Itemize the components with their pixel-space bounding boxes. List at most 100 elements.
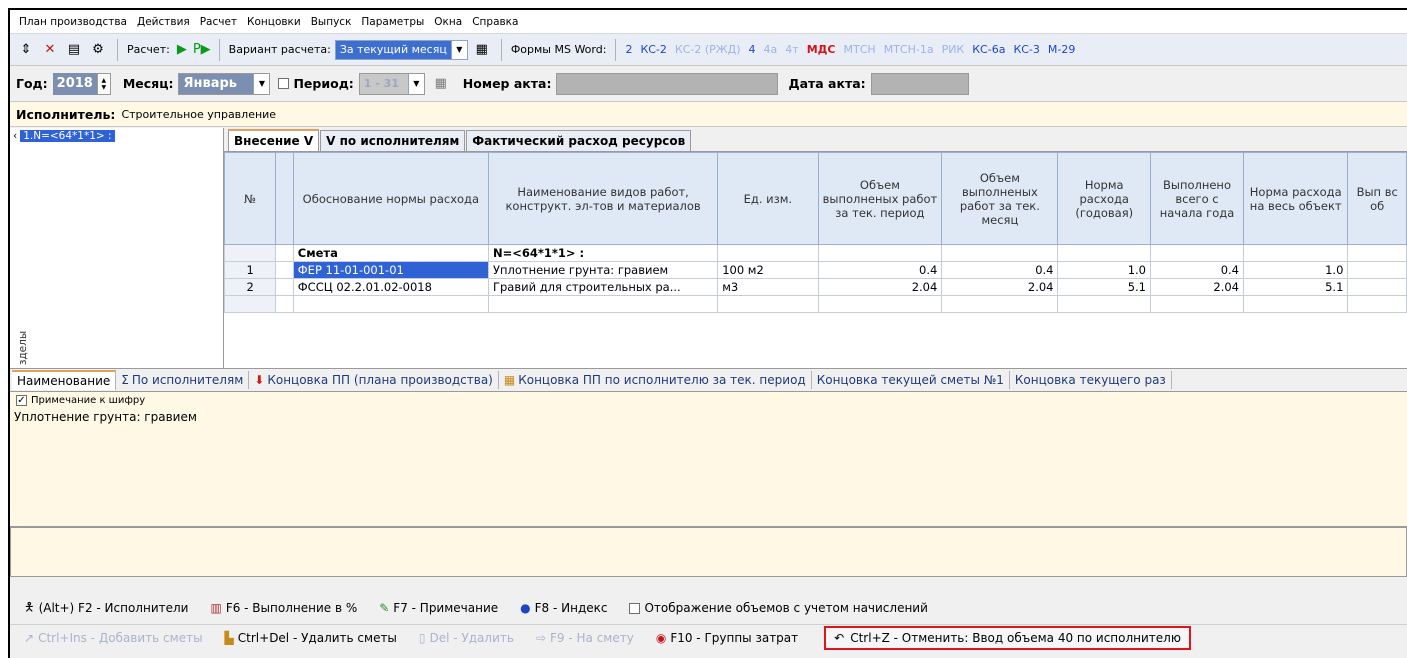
col-header-name[interactable]: Наименование видов работ, конструкт. эл-…: [487, 152, 719, 245]
cell-empty[interactable]: [487, 295, 719, 313]
cell-v2[interactable]: 2.04: [941, 278, 1059, 296]
form-link[interactable]: М-29: [1048, 43, 1075, 56]
cell-no[interactable]: 1: [224, 261, 277, 279]
menu-output[interactable]: Выпуск: [306, 16, 357, 28]
collapse-icon[interactable]: ‹: [13, 130, 17, 142]
note-checkbox[interactable]: [16, 394, 27, 406]
col-header-norm-year[interactable]: Норма расхода (годовая): [1057, 152, 1151, 245]
form-link[interactable]: КС-3: [1013, 43, 1039, 56]
menu-windows[interactable]: Окна: [429, 16, 467, 28]
index-button[interactable]: ● F8 - Индекс: [520, 601, 607, 615]
form-link[interactable]: 2: [625, 43, 632, 56]
month-select[interactable]: Январь ▼: [178, 72, 271, 95]
cell-no[interactable]: 2: [224, 278, 277, 296]
col-header-done-total[interactable]: Выполнено всего с начала года: [1149, 152, 1245, 245]
form-link[interactable]: РИК: [942, 43, 965, 56]
delete-button[interactable]: ▯ Del - Удалить: [419, 631, 514, 645]
cell-empty[interactable]: [1057, 295, 1151, 313]
period-select[interactable]: 1 - 31 ▼: [358, 72, 425, 95]
chevron-down-icon[interactable]: ▼: [407, 73, 424, 94]
cell-base[interactable]: ФССЦ 02.2.01.02-0018: [292, 278, 489, 296]
cell-empty[interactable]: [817, 295, 943, 313]
note-button[interactable]: ✎ F7 - Примечание: [379, 601, 498, 615]
form-link[interactable]: 4а: [764, 43, 778, 56]
table-row[interactable]: Смета N=<64*1*1> :: [224, 244, 1407, 262]
cell-v2[interactable]: [941, 244, 1059, 262]
cell-flag[interactable]: [275, 278, 294, 296]
cell-v4[interactable]: 0.4: [1149, 261, 1245, 279]
note-secondary-field[interactable]: [10, 527, 1407, 577]
col-header-flag[interactable]: [275, 152, 294, 245]
reorder-icon[interactable]: ⇕: [16, 40, 36, 60]
cell-more[interactable]: [1347, 261, 1407, 279]
calendar-icon[interactable]: ▦: [431, 74, 451, 94]
col-header-volume-month[interactable]: Объем выполненых работ за тек. месяц: [941, 152, 1059, 245]
tab-ending-executor[interactable]: ▦ Концовка ПП по исполнителю за тек. пери…: [499, 371, 812, 389]
form-link[interactable]: 4т: [785, 43, 798, 56]
chevron-down-icon[interactable]: ▼: [450, 40, 467, 59]
cell-more[interactable]: [1347, 244, 1407, 262]
cell-v1[interactable]: 0.4: [817, 261, 943, 279]
cell-unit[interactable]: м3: [717, 278, 819, 296]
percent-button[interactable]: ▥ F6 - Выполнение в %: [210, 601, 357, 615]
cell-v4[interactable]: 2.04: [1149, 278, 1245, 296]
cell-v3[interactable]: 1.0: [1057, 261, 1151, 279]
tab-ending-section[interactable]: Концовка текущего раз: [1010, 371, 1172, 389]
cell-v3[interactable]: 5.1: [1057, 278, 1151, 296]
tab-input[interactable]: Внесение V: [228, 129, 320, 151]
tab-ending-plan[interactable]: ⬇ Концовка ПП (плана производства): [249, 371, 499, 389]
form-link[interactable]: МТСН-1а: [884, 43, 934, 56]
note-text[interactable]: Уплотнение грунта: гравием: [10, 408, 1407, 426]
form-link[interactable]: 4: [749, 43, 756, 56]
cell-more[interactable]: [1347, 278, 1407, 296]
tab-by-executors[interactable]: V по исполнителям: [320, 130, 466, 151]
cell-empty[interactable]: [1149, 295, 1245, 313]
year-field[interactable]: 2018: [52, 72, 97, 95]
cell-empty[interactable]: [1347, 295, 1407, 313]
menu-params[interactable]: Параметры: [356, 16, 429, 28]
col-header-unit[interactable]: Ед. изм.: [717, 152, 819, 245]
tab-actual-resources[interactable]: Фактический расход ресурсов: [466, 130, 692, 151]
chevron-down-icon[interactable]: ▼: [253, 73, 270, 94]
run-icon[interactable]: ▶: [177, 42, 187, 57]
cell-v5[interactable]: [1242, 244, 1349, 262]
cell-flag[interactable]: [275, 261, 294, 279]
cell-v1[interactable]: 2.04: [817, 278, 943, 296]
act-date-input[interactable]: [870, 72, 969, 95]
cell-empty[interactable]: [1242, 295, 1349, 313]
executor-value[interactable]: Строительное управление: [121, 108, 276, 121]
col-header-norm-object[interactable]: Норма расхода на весь объект: [1242, 152, 1349, 245]
cell-v5[interactable]: 5.1: [1242, 278, 1349, 296]
cost-groups-button[interactable]: ◉ F10 - Группы затрат: [656, 631, 798, 645]
calculator-icon[interactable]: ▦: [472, 40, 492, 60]
col-header-no[interactable]: №: [224, 152, 277, 245]
delete-estimates-button[interactable]: ▙ Ctrl+Del - Удалить сметы: [225, 631, 397, 645]
menu-actions[interactable]: Действия: [132, 16, 195, 28]
cell-empty[interactable]: [275, 295, 294, 313]
col-header-basis[interactable]: Обоснование нормы расхода: [292, 152, 489, 245]
cell-v3[interactable]: [1057, 244, 1151, 262]
year-spinner[interactable]: ▲ ▼: [96, 72, 111, 95]
undo-button[interactable]: ↶ Ctrl+Z - Отменить: Ввод объема 40 по ис…: [824, 625, 1191, 650]
form-link[interactable]: КС-6а: [972, 43, 1005, 56]
structure-icon[interactable]: ⚙: [88, 40, 108, 60]
menu-endings[interactable]: Концовки: [242, 16, 306, 28]
cell-empty[interactable]: [941, 295, 1059, 313]
tree-item[interactable]: ‹ 1.N=<64*1*1> :: [10, 128, 223, 144]
cell-v2[interactable]: 0.4: [941, 261, 1059, 279]
tab-ending-estimate[interactable]: Концовка текущей сметы №1: [812, 371, 1010, 389]
form-link[interactable]: КС-2: [640, 43, 666, 56]
delete-icon[interactable]: ✕: [40, 40, 60, 60]
executors-button[interactable]: 🯅 (Alt+) F2 - Исполнители: [24, 598, 188, 619]
tab-name[interactable]: Наименование: [12, 370, 117, 390]
menu-calc[interactable]: Расчет: [195, 16, 242, 28]
cell-no[interactable]: [224, 244, 277, 262]
cell-name[interactable]: Гравий для строительных ра...: [487, 278, 719, 296]
act-number-input[interactable]: [556, 72, 779, 95]
form-link[interactable]: МДС: [807, 43, 836, 56]
form-link[interactable]: МТСН: [844, 43, 876, 56]
table-row[interactable]: 1 ФЕР 11-01-001-01 Уплотнение грунта: грав…: [224, 261, 1407, 279]
cell-empty[interactable]: [292, 295, 489, 313]
cell-flag[interactable]: [275, 244, 294, 262]
cell-unit[interactable]: 100 м2: [717, 261, 819, 279]
